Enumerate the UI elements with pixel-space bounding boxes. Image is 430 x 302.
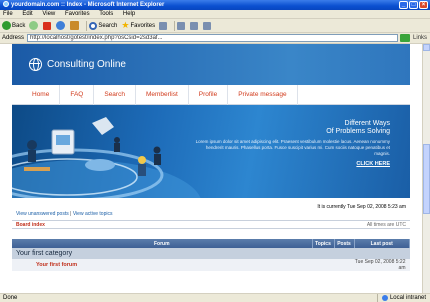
toolbar-separator bbox=[174, 20, 176, 31]
nav-memberlist[interactable]: Memberlist bbox=[136, 84, 189, 105]
minimize-button[interactable]: _ bbox=[399, 1, 408, 9]
forum-name[interactable]: Your first forum bbox=[12, 259, 312, 271]
stop-icon bbox=[43, 21, 52, 30]
maximize-button[interactable]: □ bbox=[409, 1, 418, 9]
refresh-icon bbox=[56, 21, 66, 30]
category-row: Your first category bbox=[12, 248, 410, 259]
menu-tools[interactable]: Tools bbox=[99, 11, 113, 17]
menu-file[interactable]: File bbox=[3, 11, 13, 17]
board-index-link[interactable]: Board index bbox=[16, 222, 45, 228]
favorites-button[interactable]: ★ Favorites bbox=[121, 21, 155, 30]
address-bar: Address http://localhost/gotest/index.ph… bbox=[0, 33, 430, 44]
favorites-label: Favorites bbox=[130, 22, 156, 29]
site-container: Consulting Online Home FAQ Search Member… bbox=[12, 44, 410, 293]
col-forum: Forum bbox=[12, 239, 313, 248]
nav-private-message[interactable]: Private message bbox=[228, 84, 298, 105]
star-icon: ★ bbox=[121, 20, 130, 30]
banner-text: Lorem ipsum dolor sit amet adipiscing el… bbox=[195, 139, 390, 156]
forum-links: View unanswered posts | View active topi… bbox=[12, 210, 410, 218]
home-button[interactable] bbox=[70, 21, 80, 30]
forum-last-post[interactable]: Tue Sep 02, 2008 5:22 am bbox=[354, 259, 410, 271]
scroll-up-arrow[interactable] bbox=[423, 44, 430, 51]
col-posts: Posts bbox=[334, 239, 355, 248]
zone-label: Local intranet bbox=[389, 294, 426, 301]
nav-profile[interactable]: Profile bbox=[189, 84, 229, 105]
click-here-link[interactable]: CLICK HERE bbox=[356, 161, 390, 167]
edit-icon bbox=[203, 21, 212, 30]
back-label: Back bbox=[12, 22, 26, 29]
ie-icon bbox=[3, 1, 9, 7]
home-icon bbox=[70, 21, 80, 30]
forward-arrow-icon bbox=[29, 21, 39, 30]
col-last-post: Last post bbox=[354, 239, 410, 248]
vertical-scrollbar[interactable] bbox=[422, 44, 430, 293]
nav-home[interactable]: Home bbox=[12, 84, 61, 105]
timezone-note: All times are UTC bbox=[366, 222, 406, 228]
category-title[interactable]: Your first category bbox=[12, 248, 410, 259]
banner: Different Ways Of Problems Solving Lorem… bbox=[12, 105, 410, 198]
scroll-thumb[interactable] bbox=[423, 144, 430, 214]
address-input[interactable]: http://localhost/gotest/index.php?osCsid… bbox=[27, 34, 398, 42]
menu-edit[interactable]: Edit bbox=[22, 11, 32, 17]
menu-favorites[interactable]: Favorites bbox=[65, 11, 90, 17]
intranet-icon bbox=[381, 295, 388, 301]
status-bar: Done Local intranet bbox=[0, 293, 430, 302]
page-viewport: Consulting Online Home FAQ Search Member… bbox=[0, 44, 422, 293]
go-button[interactable] bbox=[399, 34, 410, 42]
search-label: Search bbox=[98, 22, 118, 29]
forum-section: It is currently Tue Sep 02, 2008 5:23 am… bbox=[12, 198, 410, 271]
col-topics: Topics bbox=[312, 239, 335, 248]
search-icon bbox=[89, 21, 98, 30]
status-text: Done bbox=[3, 295, 18, 301]
close-button[interactable]: × bbox=[419, 1, 428, 9]
stop-button[interactable] bbox=[43, 21, 52, 30]
mail-button[interactable] bbox=[177, 21, 186, 30]
banner-title-line-2: Of Problems Solving bbox=[326, 128, 390, 135]
globe-icon bbox=[29, 58, 42, 71]
forum-row: Your first forum Tue Sep 02, 2008 5:22 a… bbox=[12, 259, 410, 271]
view-active-link[interactable]: View active topics bbox=[73, 211, 113, 217]
security-zone: Local intranet bbox=[376, 294, 430, 302]
media-button[interactable] bbox=[159, 21, 168, 30]
forward-button[interactable] bbox=[29, 21, 39, 30]
forum-table-header: Forum Topics Posts Last post bbox=[12, 239, 410, 248]
links-label[interactable]: Links bbox=[413, 35, 427, 41]
back-button[interactable]: Back bbox=[2, 21, 25, 30]
print-icon bbox=[190, 21, 199, 30]
banner-title: Different Ways Of Problems Solving bbox=[200, 120, 390, 136]
forum-topics bbox=[312, 259, 334, 271]
site-nav: Home FAQ Search Memberlist Profile Priva… bbox=[12, 84, 410, 105]
menu-bar: File Edit View Favorites Tools Help bbox=[0, 10, 430, 19]
menu-help[interactable]: Help bbox=[123, 11, 135, 17]
address-label: Address bbox=[2, 35, 25, 41]
forum-posts bbox=[334, 259, 354, 271]
print-button[interactable] bbox=[190, 21, 199, 30]
site-header: Consulting Online bbox=[12, 44, 410, 85]
menu-view[interactable]: View bbox=[42, 11, 55, 17]
current-time: It is currently Tue Sep 02, 2008 5:23 am bbox=[317, 204, 406, 210]
media-icon bbox=[159, 21, 168, 30]
search-button[interactable]: Search bbox=[89, 21, 118, 30]
window-title: yourdomain.com :: Index - Microsoft Inte… bbox=[11, 2, 165, 8]
nav-faq[interactable]: FAQ bbox=[60, 84, 95, 105]
toolbar-separator bbox=[86, 20, 88, 31]
back-arrow-icon bbox=[2, 21, 11, 30]
browser-toolbar: Back Search ★ Favorites bbox=[0, 19, 430, 33]
banner-title-line-1: Different Ways bbox=[344, 120, 390, 127]
nav-search[interactable]: Search bbox=[94, 84, 136, 105]
view-unanswered-link[interactable]: View unanswered posts bbox=[16, 211, 69, 217]
window-title-bar: yourdomain.com :: Index - Microsoft Inte… bbox=[0, 0, 430, 10]
edit-button[interactable] bbox=[203, 21, 212, 30]
forum-table: Forum Topics Posts Last post Your first … bbox=[12, 239, 410, 271]
banner-illustration bbox=[12, 117, 201, 198]
refresh-button[interactable] bbox=[56, 21, 66, 30]
site-logo[interactable]: Consulting Online bbox=[47, 58, 126, 71]
board-index-bar: Board index All times are UTC bbox=[12, 220, 410, 229]
mail-icon bbox=[177, 21, 186, 30]
